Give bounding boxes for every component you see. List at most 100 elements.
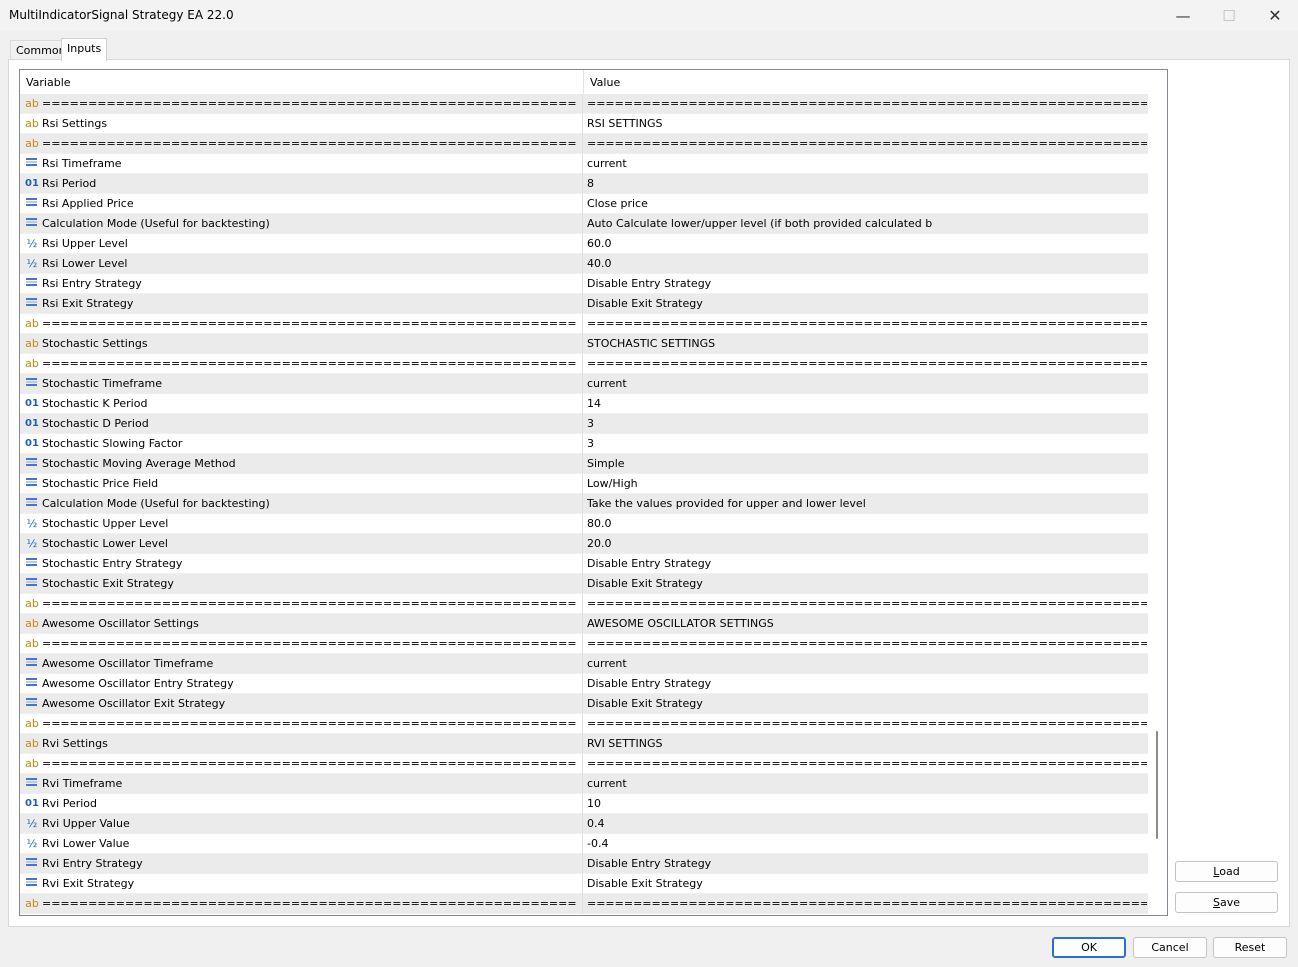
variable-cell[interactable]: ab ======================================…: [20, 134, 583, 154]
variable-cell[interactable]: Calculation Mode (Useful for backtesting…: [20, 494, 583, 514]
variable-cell[interactable]: Rsi Applied Price: [20, 194, 583, 214]
table-row[interactable]: ab ======================================…: [20, 134, 1148, 154]
table-row[interactable]: ab Rvi Settings RVI SETTINGS: [20, 734, 1148, 754]
value-cell[interactable]: -0.4: [587, 834, 1147, 854]
variable-cell[interactable]: Rvi Exit Strategy: [20, 874, 583, 894]
variable-cell[interactable]: ab Rsi Settings: [20, 114, 583, 134]
ok-button[interactable]: OK: [1052, 937, 1126, 958]
table-row[interactable]: ½ Rsi Lower Level 40.0: [20, 254, 1148, 274]
table-row[interactable]: Rvi Exit Strategy Disable Exit Strategy: [20, 874, 1148, 894]
value-cell[interactable]: STOCHASTIC SETTINGS: [587, 334, 1147, 354]
table-row[interactable]: 01 Stochastic D Period 3: [20, 414, 1148, 434]
variable-cell[interactable]: 01 Rsi Period: [20, 174, 583, 194]
table-row[interactable]: ab ======================================…: [20, 894, 1148, 914]
value-cell[interactable]: ========================================…: [587, 754, 1147, 774]
variable-cell[interactable]: Stochastic Exit Strategy: [20, 574, 583, 594]
table-row[interactable]: Rsi Timeframe current: [20, 154, 1148, 174]
maximize-button[interactable]: ☐: [1206, 0, 1252, 31]
table-row[interactable]: ½ Rvi Lower Value -0.4: [20, 834, 1148, 854]
table-row[interactable]: ab ======================================…: [20, 754, 1148, 774]
table-row[interactable]: Rsi Exit Strategy Disable Exit Strategy: [20, 294, 1148, 314]
table-row[interactable]: ab Rsi Settings RSI SETTINGS: [20, 114, 1148, 134]
table-row[interactable]: Stochastic Moving Average Method Simple: [20, 454, 1148, 474]
table-row[interactable]: ab ======================================…: [20, 94, 1148, 114]
table-row[interactable]: Stochastic Timeframe current: [20, 374, 1148, 394]
value-cell[interactable]: ========================================…: [587, 134, 1147, 154]
value-cell[interactable]: ========================================…: [587, 714, 1147, 734]
variable-cell[interactable]: Awesome Oscillator Exit Strategy: [20, 694, 583, 714]
value-cell[interactable]: 60.0: [587, 234, 1147, 254]
variable-cell[interactable]: 01 Stochastic D Period: [20, 414, 583, 434]
variable-cell[interactable]: 01 Stochastic K Period: [20, 394, 583, 414]
variable-cell[interactable]: Stochastic Price Field: [20, 474, 583, 494]
table-row[interactable]: ab Awesome Oscillator Settings AWESOME OSC…: [20, 614, 1148, 634]
variable-cell[interactable]: Stochastic Entry Strategy: [20, 554, 583, 574]
variable-cell[interactable]: ½ Rvi Lower Value: [20, 834, 583, 854]
value-cell[interactable]: AWESOME OSCILLATOR SETTINGS: [587, 614, 1147, 634]
minimize-button[interactable]: —: [1160, 0, 1206, 31]
table-row[interactable]: Awesome Oscillator Timeframe current: [20, 654, 1148, 674]
vertical-scrollbar[interactable]: [1148, 94, 1166, 914]
table-row[interactable]: ½ Stochastic Upper Level 80.0: [20, 514, 1148, 534]
table-row[interactable]: 01 Stochastic Slowing Factor 3: [20, 434, 1148, 454]
value-cell[interactable]: Disable Exit Strategy: [587, 574, 1147, 594]
table-row[interactable]: 01 Rvi Period 10: [20, 794, 1148, 814]
variable-cell[interactable]: ab Rvi Settings: [20, 734, 583, 754]
variable-cell[interactable]: Rsi Timeframe: [20, 154, 583, 174]
value-cell[interactable]: Disable Entry Strategy: [587, 274, 1147, 294]
value-cell[interactable]: 40.0: [587, 254, 1147, 274]
variable-cell[interactable]: Rvi Timeframe: [20, 774, 583, 794]
variable-cell[interactable]: Rvi Entry Strategy: [20, 854, 583, 874]
variable-cell[interactable]: 01 Rvi Period: [20, 794, 583, 814]
variable-cell[interactable]: Stochastic Moving Average Method: [20, 454, 583, 474]
variable-cell[interactable]: ab Awesome Oscillator Settings: [20, 614, 583, 634]
value-cell[interactable]: current: [587, 654, 1147, 674]
save-button[interactable]: Save: [1175, 892, 1278, 913]
variable-cell[interactable]: ab ======================================…: [20, 354, 583, 374]
value-cell[interactable]: Auto Calculate lower/upper level (if bot…: [587, 214, 1147, 234]
variable-cell[interactable]: ab ======================================…: [20, 314, 583, 334]
value-cell[interactable]: ========================================…: [587, 594, 1147, 614]
value-cell[interactable]: Disable Entry Strategy: [587, 854, 1147, 874]
value-cell[interactable]: Simple: [587, 454, 1147, 474]
variable-cell[interactable]: ab ======================================…: [20, 634, 583, 654]
table-row[interactable]: ab ======================================…: [20, 594, 1148, 614]
header-variable[interactable]: Variable: [20, 70, 584, 95]
table-row[interactable]: Rvi Timeframe current: [20, 774, 1148, 794]
table-row[interactable]: 01 Rsi Period 8: [20, 174, 1148, 194]
value-cell[interactable]: 20.0: [587, 534, 1147, 554]
value-cell[interactable]: 10: [587, 794, 1147, 814]
header-value[interactable]: Value: [584, 70, 1147, 95]
close-button[interactable]: ✕: [1252, 0, 1298, 31]
value-cell[interactable]: ========================================…: [587, 634, 1147, 654]
value-cell[interactable]: ========================================…: [587, 94, 1147, 114]
table-row[interactable]: ab ======================================…: [20, 714, 1148, 734]
table-row[interactable]: Stochastic Price Field Low/High: [20, 474, 1148, 494]
table-row[interactable]: Rsi Applied Price Close price: [20, 194, 1148, 214]
value-cell[interactable]: Disable Exit Strategy: [587, 694, 1147, 714]
variable-cell[interactable]: Rsi Entry Strategy: [20, 274, 583, 294]
value-cell[interactable]: 80.0: [587, 514, 1147, 534]
variable-cell[interactable]: Awesome Oscillator Timeframe: [20, 654, 583, 674]
variable-cell[interactable]: Awesome Oscillator Entry Strategy: [20, 674, 583, 694]
value-cell[interactable]: 0.4: [587, 814, 1147, 834]
value-cell[interactable]: Low/High: [587, 474, 1147, 494]
value-cell[interactable]: ========================================…: [587, 894, 1147, 914]
value-cell[interactable]: 3: [587, 414, 1147, 434]
value-cell[interactable]: Disable Entry Strategy: [587, 554, 1147, 574]
table-row[interactable]: 01 Stochastic K Period 14: [20, 394, 1148, 414]
value-cell[interactable]: current: [587, 374, 1147, 394]
table-row[interactable]: Awesome Oscillator Entry Strategy Disable…: [20, 674, 1148, 694]
tab-inputs[interactable]: Inputs: [61, 38, 108, 61]
table-row[interactable]: Rvi Entry Strategy Disable Entry Strategy: [20, 854, 1148, 874]
variable-cell[interactable]: ab ======================================…: [20, 714, 583, 734]
cancel-button[interactable]: Cancel: [1133, 937, 1207, 958]
table-row[interactable]: ab ======================================…: [20, 314, 1148, 334]
value-cell[interactable]: Disable Entry Strategy: [587, 674, 1147, 694]
value-cell[interactable]: ========================================…: [587, 354, 1147, 374]
value-cell[interactable]: 8: [587, 174, 1147, 194]
table-row[interactable]: ab ======================================…: [20, 354, 1148, 374]
value-cell[interactable]: Disable Exit Strategy: [587, 874, 1147, 894]
variable-cell[interactable]: ab ======================================…: [20, 94, 583, 114]
table-row[interactable]: Rsi Entry Strategy Disable Entry Strategy: [20, 274, 1148, 294]
